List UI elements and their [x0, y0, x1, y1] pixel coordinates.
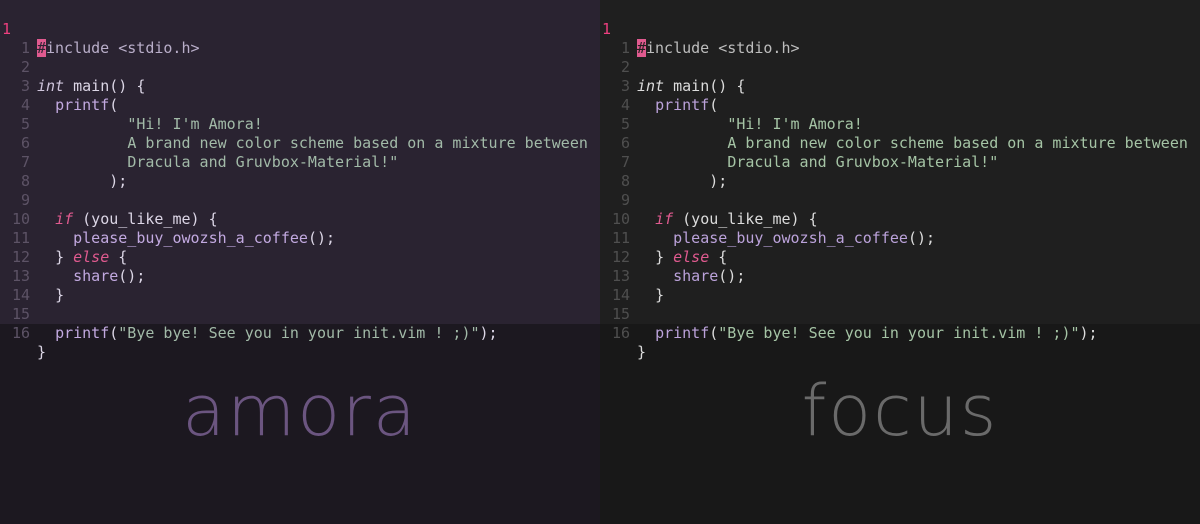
- code-line: 7 );: [0, 134, 127, 190]
- code-line: 2 int main() {: [0, 39, 145, 95]
- code-line: 10 please_buy_owozsh_a_coffee();: [600, 191, 935, 247]
- code-line: 3 printf(: [0, 58, 118, 114]
- code-line: 5 A brand new color scheme based on a mi…: [0, 96, 588, 152]
- code-line: 14: [600, 267, 672, 304]
- code-line: 9 if (you_like_me) {: [600, 172, 818, 228]
- code-line: 7 );: [600, 134, 727, 190]
- code-line: 3 printf(: [600, 58, 718, 114]
- amora-code-editor[interactable]: 1 #include <stdio.h> 1 2 int main() { 3 …: [0, 0, 600, 361]
- code-line: 5 A brand new color scheme based on a mi…: [600, 96, 1188, 152]
- code-line: 16 }: [0, 305, 72, 361]
- code-line: 13 }: [0, 248, 72, 304]
- focus-panel: 1 #include <stdio.h> 1 2 int main() { 3 …: [600, 0, 1200, 524]
- code-line: 11 } else {: [600, 210, 727, 266]
- line-number: 16: [611, 324, 630, 342]
- focus-code-editor[interactable]: 1 #include <stdio.h> 1 2 int main() { 3 …: [600, 0, 1200, 361]
- focus-theme-title: focus: [801, 370, 999, 452]
- code-line: 15 printf("Bye bye! See you in your init…: [600, 286, 1098, 342]
- code-line: 12 share();: [0, 229, 145, 285]
- code-line: 6 Dracula and Gruvbox-Material!": [600, 115, 998, 171]
- code-line: 4 "Hi! I'm Amora!: [600, 77, 863, 133]
- code-line: 16 }: [600, 305, 672, 361]
- code-line: 6 Dracula and Gruvbox-Material!": [0, 115, 398, 171]
- code-line: 1: [600, 20, 672, 57]
- code-line: 2 int main() {: [600, 39, 745, 95]
- code-line: 4 "Hi! I'm Amora!: [0, 77, 263, 133]
- code-line: 15 printf("Bye bye! See you in your init…: [0, 286, 498, 342]
- amora-panel: 1 #include <stdio.h> 1 2 int main() { 3 …: [0, 0, 600, 524]
- code-line: 10 please_buy_owozsh_a_coffee();: [0, 191, 335, 247]
- code-line: 1: [0, 20, 72, 57]
- code-line: 11 } else {: [0, 210, 127, 266]
- code-line: 8: [0, 153, 72, 190]
- code-line: 9 if (you_like_me) {: [0, 172, 218, 228]
- screenshot: 1 #include <stdio.h> 1 2 int main() { 3 …: [0, 0, 1200, 524]
- code-line: 13 }: [600, 248, 672, 304]
- line-number: 16: [11, 324, 30, 342]
- code-line: 1 #include <stdio.h>: [602, 20, 800, 57]
- code-line: 1 #include <stdio.h>: [2, 20, 200, 57]
- code-line: 14: [0, 267, 72, 304]
- code-line: 12 share();: [600, 229, 745, 285]
- amora-theme-title: amora: [182, 370, 418, 452]
- code-line: 8: [600, 153, 672, 190]
